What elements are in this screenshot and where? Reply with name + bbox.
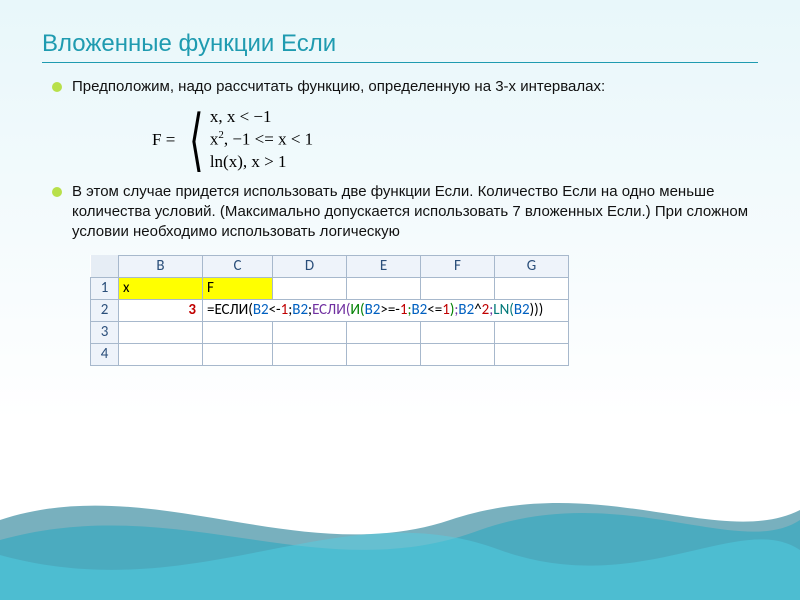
tok: B2 [292,301,308,319]
tok: И( [350,301,364,319]
tok: B2 [458,301,474,319]
tok: ЕСЛИ( [214,301,252,319]
slide: Вложенные функции Если Предположим, надо… [0,0,800,600]
cell-C2-formula[interactable]: =ЕСЛИ(B2<-1;B2;ЕСЛИ(И(B2>=-1;B2<=1);B2^2… [203,299,569,321]
select-all-corner[interactable] [91,255,119,277]
cell-D1[interactable] [273,277,347,299]
cell-F3[interactable] [421,321,495,343]
table-row: 2 3 =ЕСЛИ(B2<-1;B2;ЕСЛИ(И(B2>=-1;B2<=1);… [91,299,569,321]
row-header-1[interactable]: 1 [91,277,119,299]
tok: 1 [400,301,408,319]
tok: ЕСЛИ( [312,301,350,319]
col-header-E[interactable]: E [347,255,421,277]
cell-G3[interactable] [495,321,569,343]
bullet-2-text: В этом случае придется использовать две … [72,182,758,243]
tok: >=- [380,301,400,319]
bullet-1: Предположим, надо рассчитать функцию, оп… [52,77,758,97]
cell-F1[interactable] [421,277,495,299]
cell-B3[interactable] [119,321,203,343]
cell-G4[interactable] [495,343,569,365]
cell-B1[interactable]: x [119,277,203,299]
col-header-C[interactable]: C [203,255,273,277]
bullet-2: В этом случае придется использовать две … [52,182,758,243]
table-row: 1 x F [91,277,569,299]
tok: B2 [253,301,269,319]
tok: B2 [365,301,381,319]
spreadsheet: B C D E F G 1 x F 2 3 =ЕСЛИ(B2<-1;B2; [90,255,569,366]
table-row: 3 [91,321,569,343]
cell-C4[interactable] [203,343,273,365]
formula-case-1: x, x < −1 [210,107,313,127]
table-row: 4 [91,343,569,365]
tok: ^ [474,301,481,319]
cell-B2[interactable]: 3 [119,299,203,321]
tok: 1 [442,301,450,319]
formula-case-2-cond: , −1 <= x < 1 [224,130,313,149]
row-header-2[interactable]: 2 [91,299,119,321]
cell-C1[interactable]: F [203,277,273,299]
decorative-wave [0,460,800,600]
formula-case-2: x2, −1 <= x < 1 [210,129,313,150]
bullet-icon [52,187,62,197]
formula-lhs: F = [152,130,175,150]
formula-cases: x, x < −1 x2, −1 <= x < 1 ln(x), x > 1 [210,107,313,172]
title-underline [42,62,758,63]
col-header-F[interactable]: F [421,255,495,277]
col-header-B[interactable]: B [119,255,203,277]
bullet-icon [52,82,62,92]
slide-title: Вложенные функции Если [42,30,758,58]
cell-B4[interactable] [119,343,203,365]
cell-G1[interactable] [495,277,569,299]
col-header-D[interactable]: D [273,255,347,277]
cell-C3[interactable] [203,321,273,343]
cell-D4[interactable] [273,343,347,365]
header-row: B C D E F G [91,255,569,277]
tok: ))) [530,301,544,319]
content-area: Вложенные функции Если Предположим, надо… [0,0,800,366]
col-header-G[interactable]: G [495,255,569,277]
row-header-4[interactable]: 4 [91,343,119,365]
tok: B2 [514,301,530,319]
formula-case-3: ln(x), x > 1 [210,152,313,172]
cell-E1[interactable] [347,277,421,299]
tok: <= [427,301,442,319]
cell-F4[interactable] [421,343,495,365]
bullet-1-text: Предположим, надо рассчитать функцию, оп… [72,77,605,97]
tok: LN( [493,301,514,319]
tok: <- [269,301,281,319]
tok: B2 [412,301,428,319]
cell-E4[interactable] [347,343,421,365]
cell-E3[interactable] [347,321,421,343]
left-angle-bracket-icon: ⟨ [189,110,204,170]
cell-D3[interactable] [273,321,347,343]
piecewise-formula: F = ⟨ x, x < −1 x2, −1 <= x < 1 ln(x), x… [152,107,758,172]
row-header-3[interactable]: 3 [91,321,119,343]
